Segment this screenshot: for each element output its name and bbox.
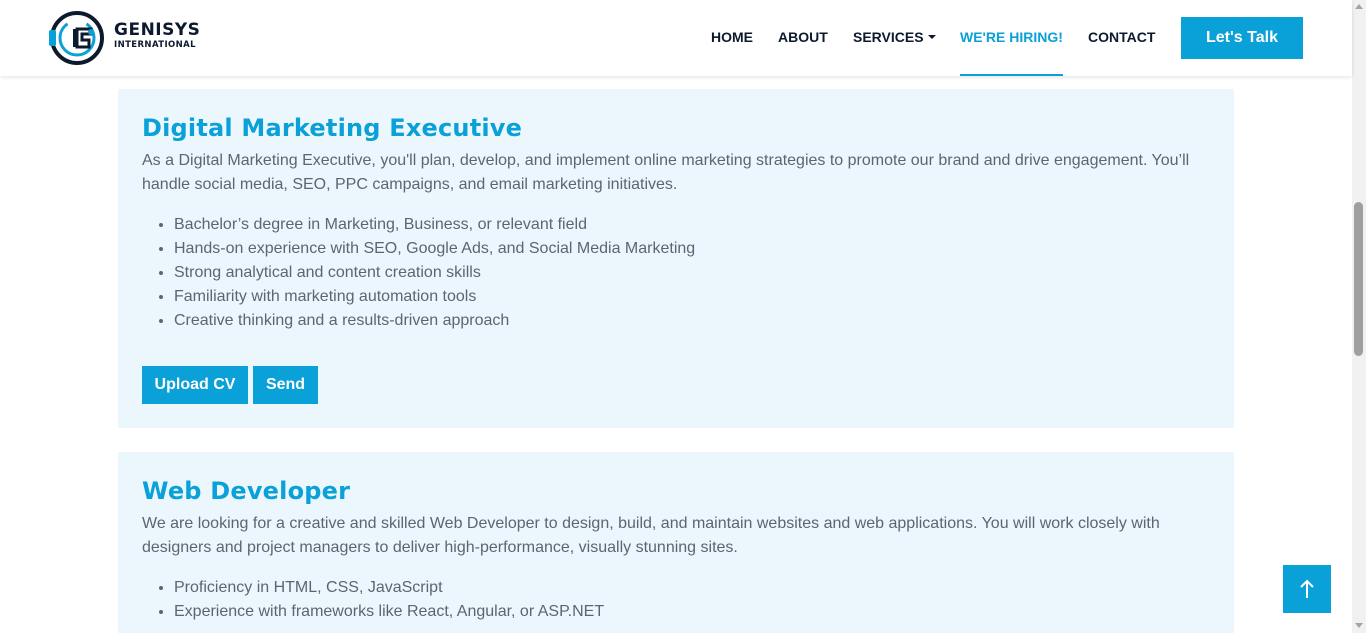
- nav-home[interactable]: HOME: [711, 0, 753, 76]
- requirements-list: Proficiency in HTML, CSS, JavaScript Exp…: [174, 576, 604, 624]
- job-title: Web Developer: [142, 477, 351, 505]
- brand-name: GENISYS: [114, 20, 201, 40]
- nav-services-label: SERVICES: [853, 29, 924, 45]
- lets-talk-button[interactable]: Let's Talk: [1181, 17, 1303, 59]
- arrow-up-icon: [1300, 579, 1314, 598]
- requirement-item: Proficiency in HTML, CSS, JavaScript: [174, 576, 604, 600]
- brand-subtitle: INTERNATIONAL: [114, 40, 196, 50]
- upload-cv-button[interactable]: Upload CV: [142, 366, 248, 404]
- job-card: Digital Marketing Executive As a Digital…: [118, 89, 1234, 428]
- requirements-list: Bachelor’s degree in Marketing, Business…: [174, 213, 695, 333]
- back-to-top-button[interactable]: [1283, 565, 1331, 613]
- job-description: We are looking for a creative and skille…: [142, 515, 1160, 556]
- requirement-item: Hands-on experience with SEO, Google Ads…: [174, 237, 695, 261]
- job-card: Web Developer We are looking for a creat…: [118, 452, 1234, 633]
- brand-logo[interactable]: GENISYS INTERNATIONAL: [47, 10, 207, 66]
- nav-contact[interactable]: CONTACT: [1088, 0, 1155, 76]
- job-description: As a Digital Marketing Executive, you'll…: [142, 152, 1190, 193]
- requirement-item: Creative thinking and a results-driven a…: [174, 309, 695, 333]
- job-title: Digital Marketing Executive: [142, 114, 523, 142]
- requirement-item: Strong analytical and content creation s…: [174, 261, 695, 285]
- nav-services[interactable]: SERVICES: [853, 0, 936, 76]
- nav-hiring[interactable]: WE'RE HIRING!: [960, 0, 1063, 76]
- scrollbar-thumb[interactable]: [1354, 202, 1363, 356]
- requirement-item: Bachelor’s degree in Marketing, Business…: [174, 213, 695, 237]
- genisys-logo-icon: [49, 11, 104, 65]
- site-header: GENISYS INTERNATIONAL HOME ABOUT SERVICE…: [0, 0, 1352, 76]
- requirement-item: Familiarity with marketing automation to…: [174, 285, 695, 309]
- requirement-item: Experience with frameworks like React, A…: [174, 600, 604, 624]
- nav-about[interactable]: ABOUT: [778, 0, 828, 76]
- caret-down-icon: [927, 35, 936, 39]
- scroll-down-icon[interactable]: [1355, 623, 1363, 628]
- scroll-up-icon[interactable]: [1355, 4, 1363, 9]
- send-button[interactable]: Send: [253, 366, 318, 404]
